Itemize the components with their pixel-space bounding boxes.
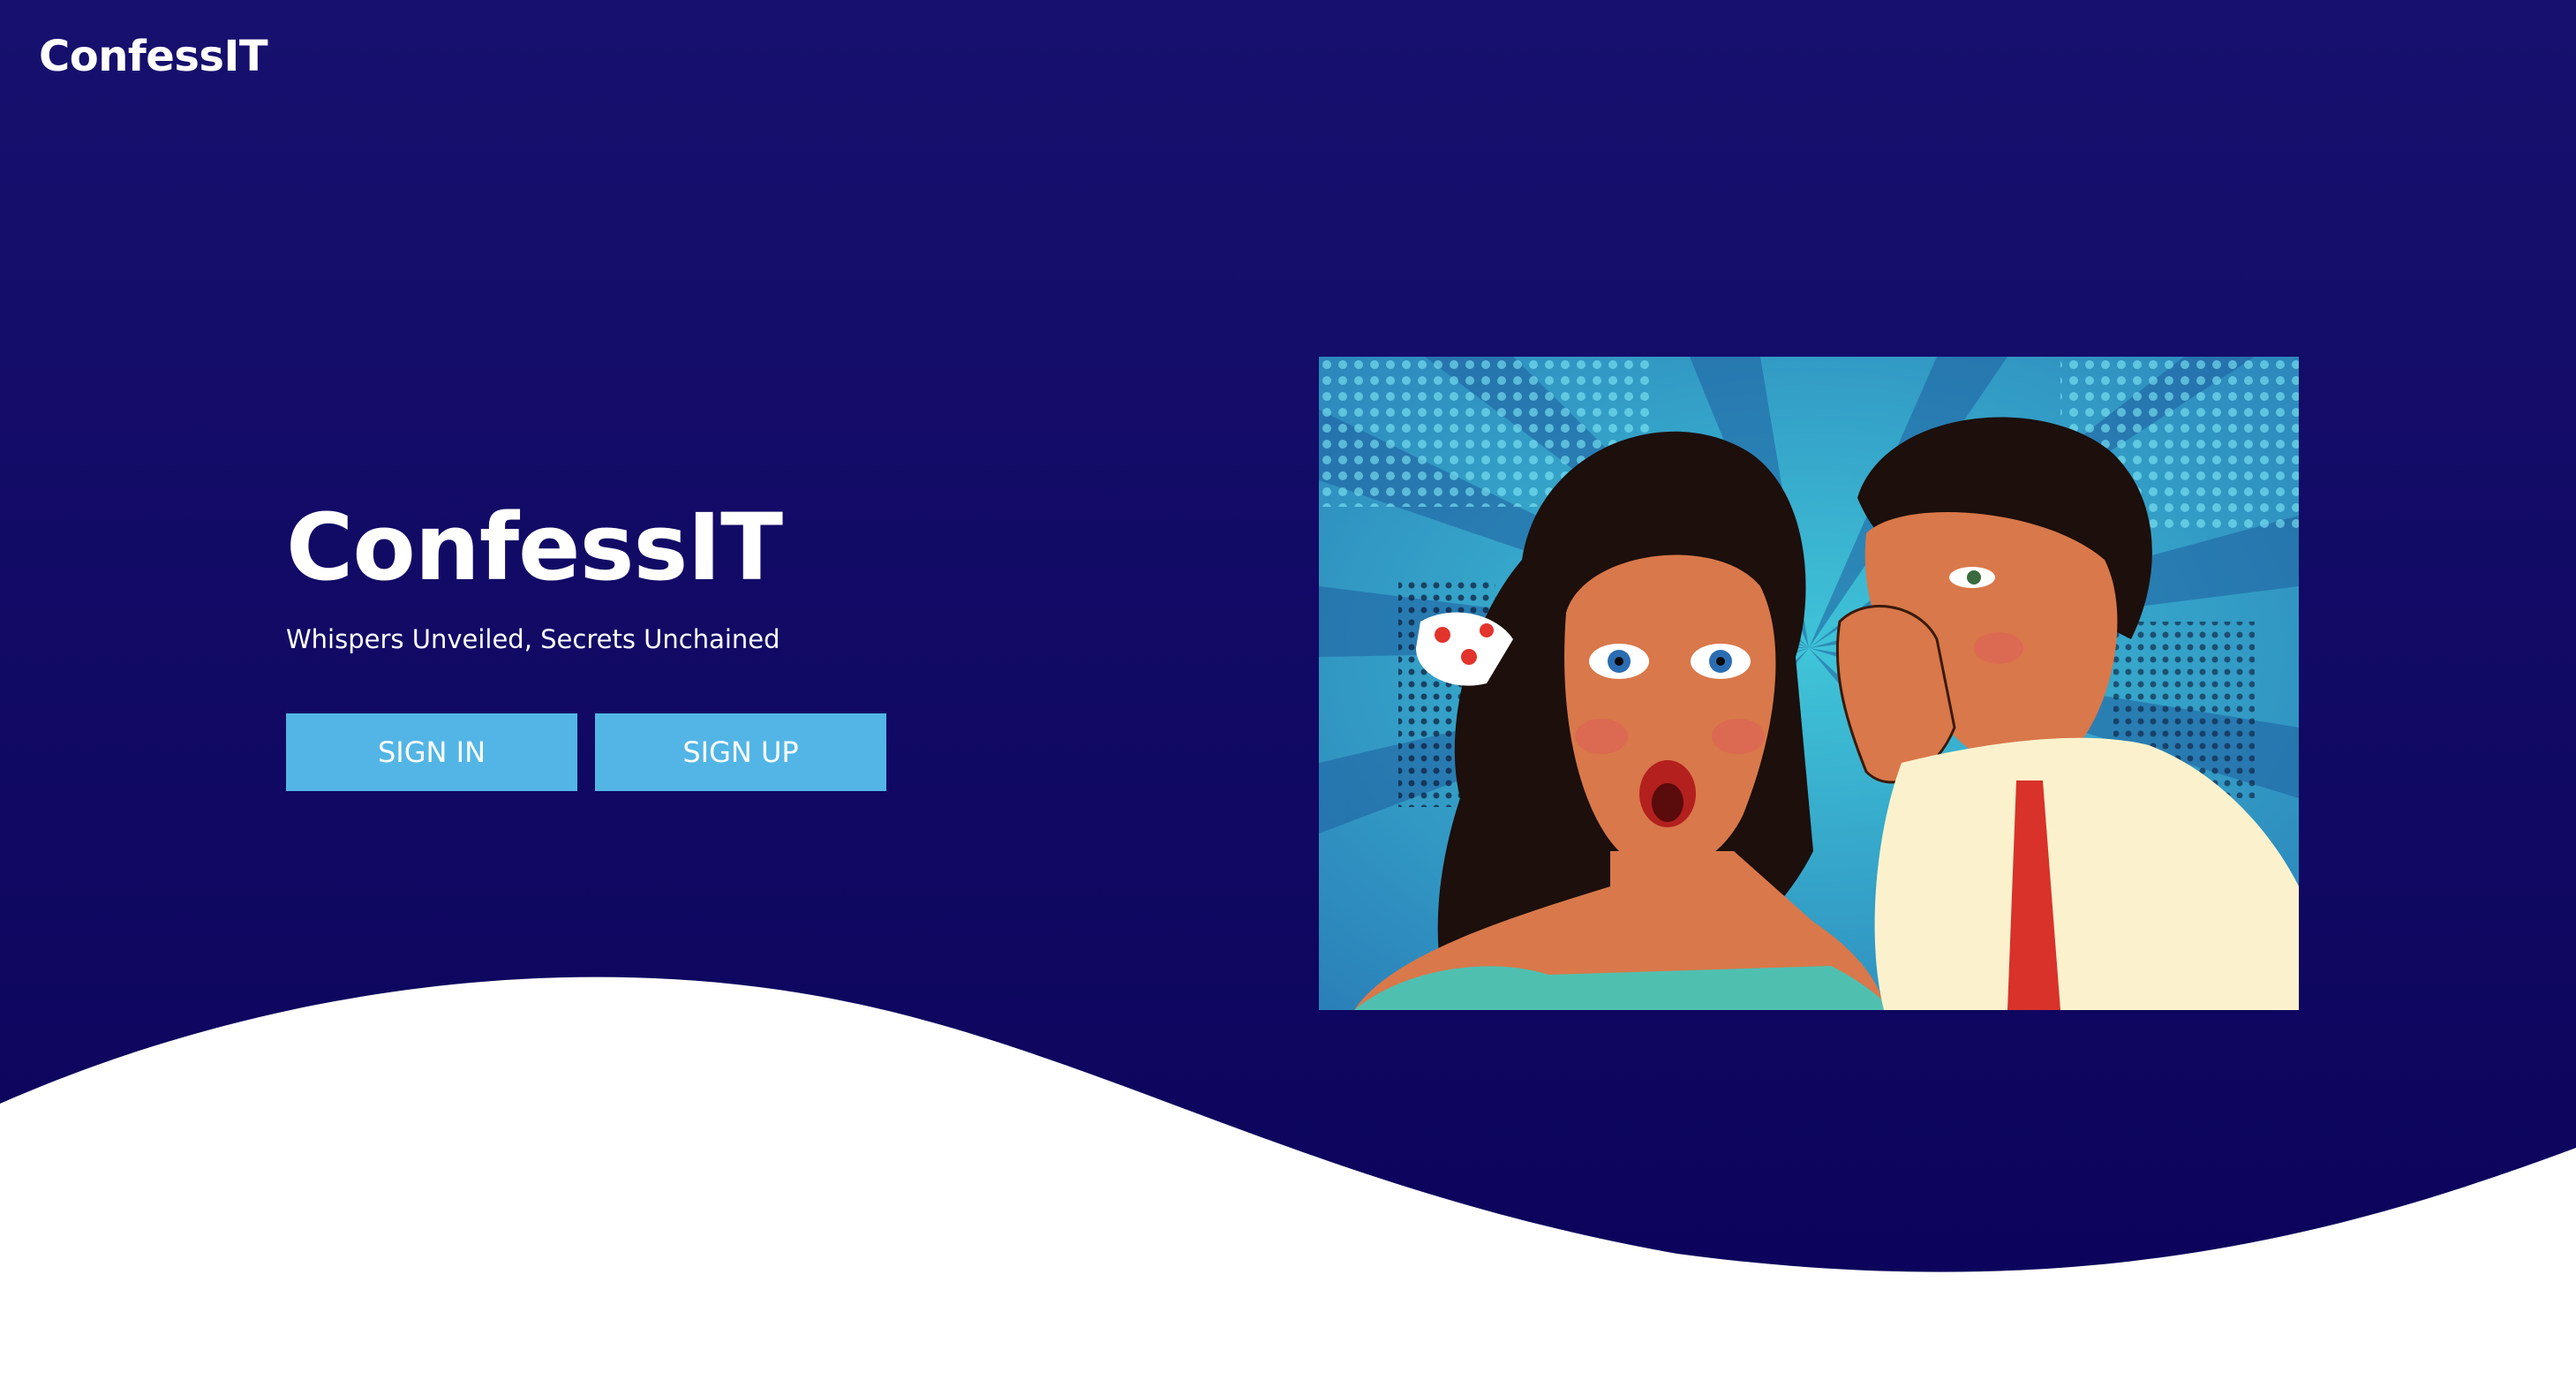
sign-up-button[interactable]: SIGN UP	[595, 713, 886, 791]
hero-tagline: Whispers Unveiled, Secrets Unchained	[286, 624, 780, 654]
hero-illustration	[1319, 357, 2299, 1010]
hero-text: ConfessIT Whispers Unveiled, Secrets Unc…	[286, 494, 783, 657]
hero-title: ConfessIT	[286, 494, 783, 601]
auth-buttons: SIGN IN SIGN UP	[286, 713, 886, 791]
sign-in-button[interactable]: SIGN IN	[286, 713, 577, 791]
brand-logo[interactable]: ConfessIT	[39, 32, 268, 81]
